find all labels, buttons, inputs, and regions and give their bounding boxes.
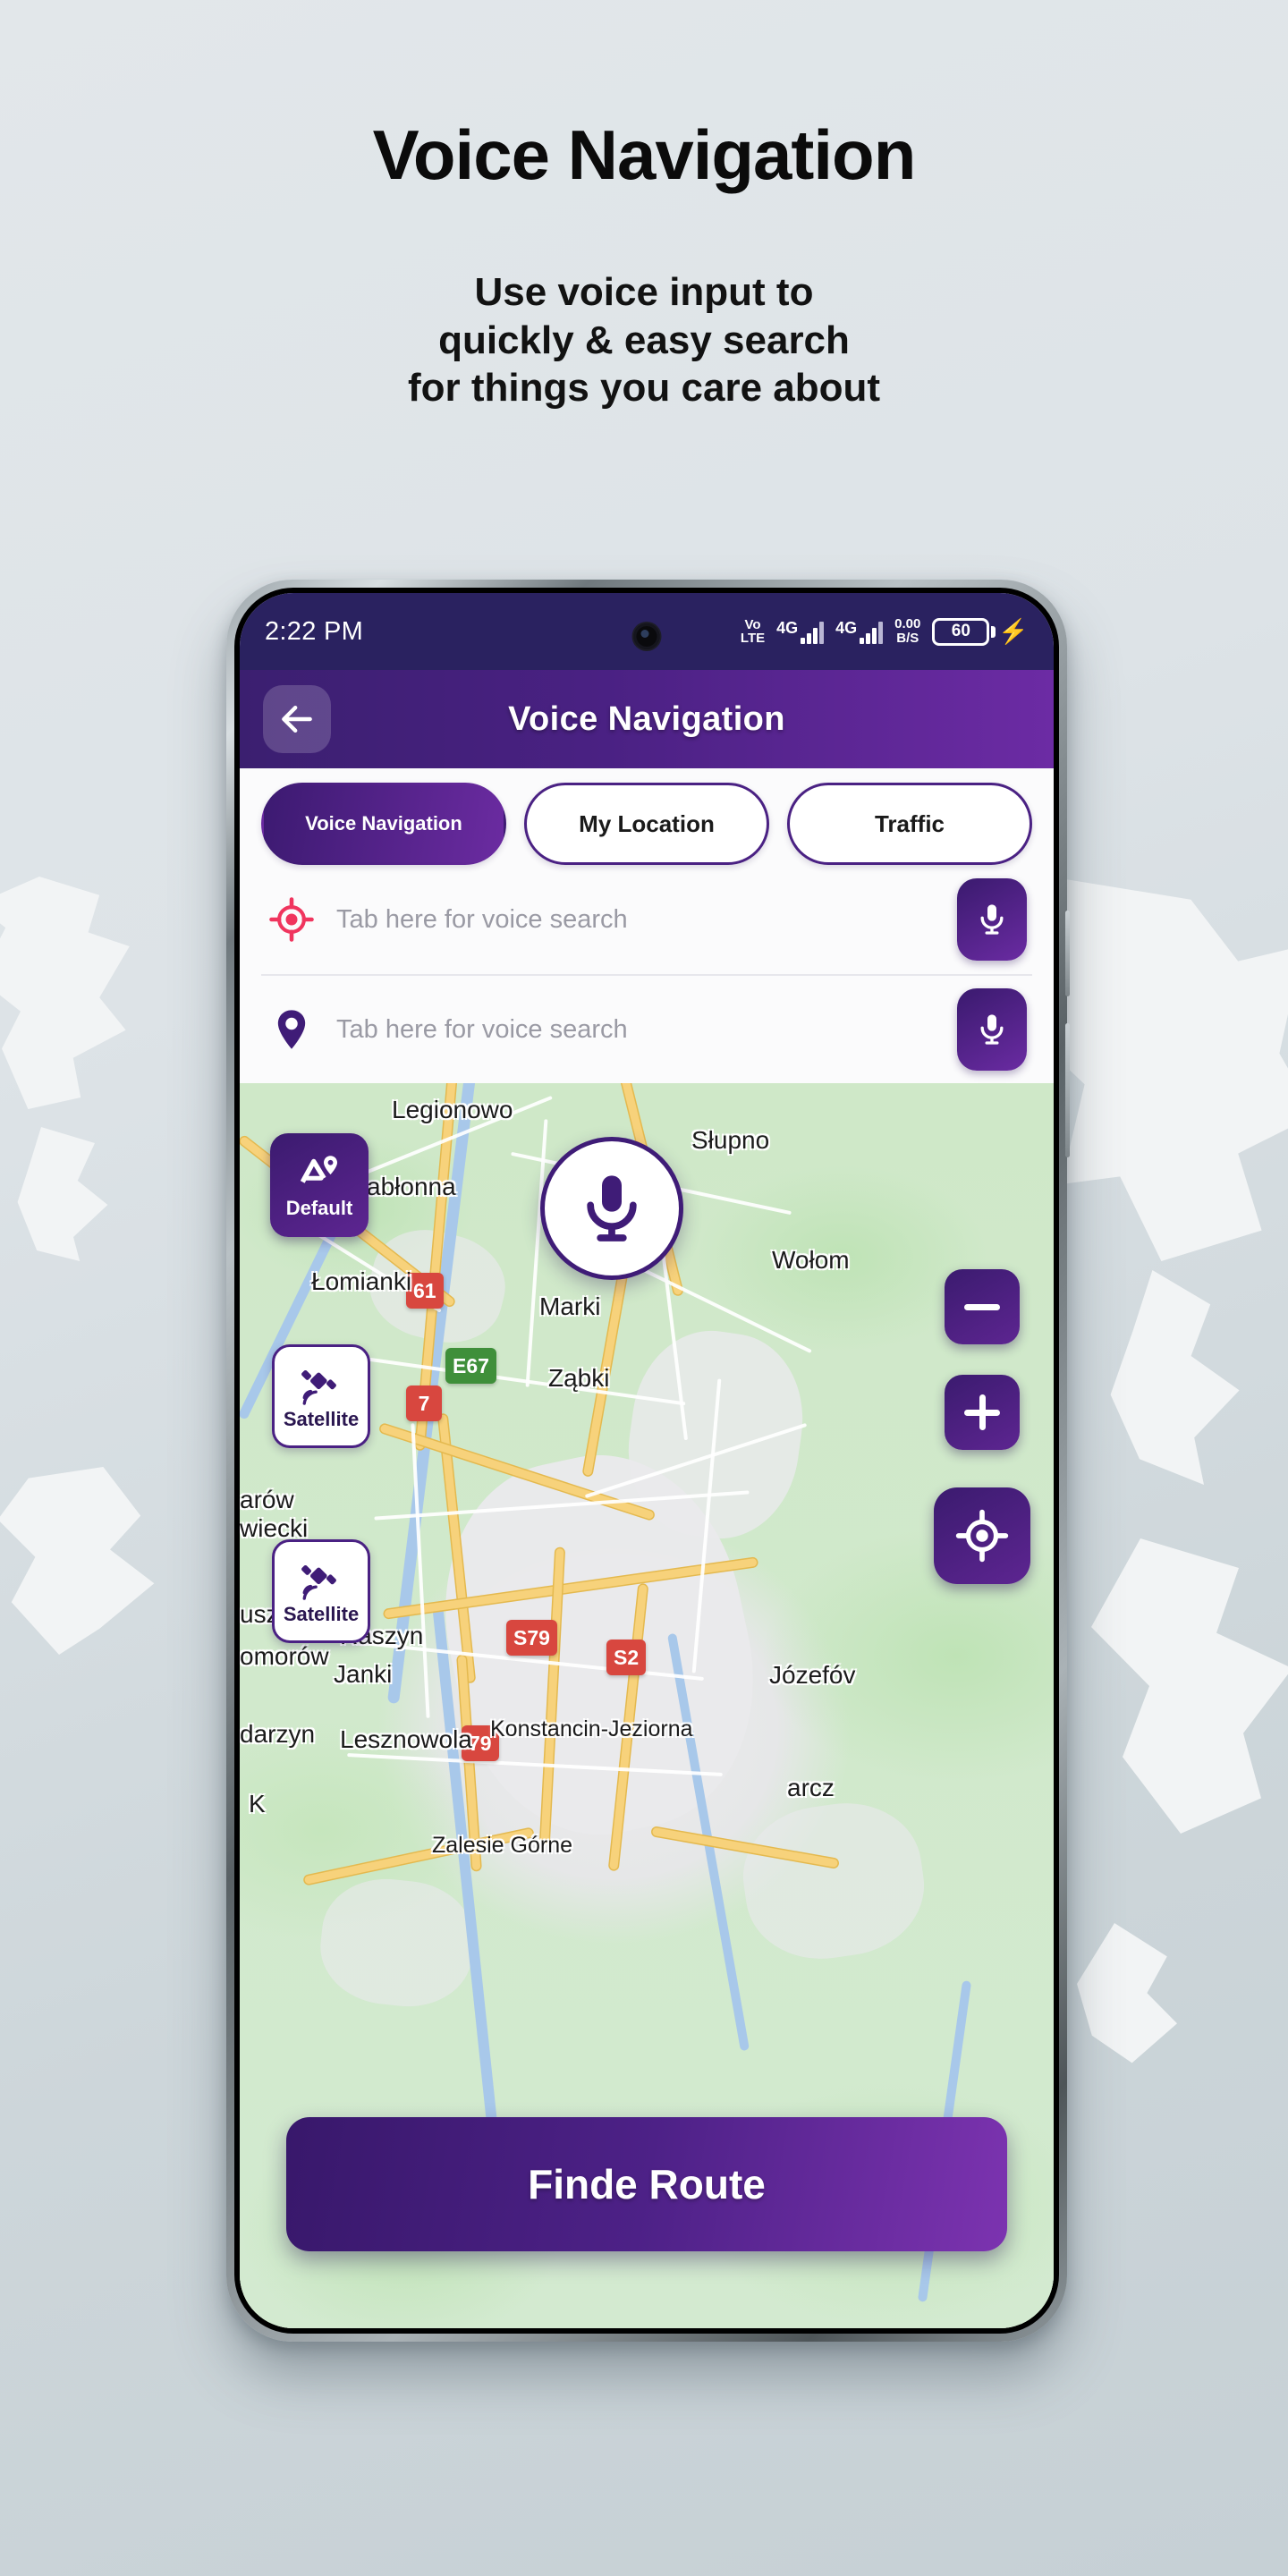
back-button[interactable] [263, 685, 331, 753]
battery-indicator: 60 ⚡ [932, 617, 1029, 646]
promo-subheadline-line: quickly & easy search [438, 318, 850, 362]
map-route-shield: 7 [406, 1385, 442, 1421]
arrow-left-icon [282, 705, 312, 733]
promo-subheadline-line: Use voice input to [474, 270, 814, 314]
status-bar: 2:22 PM Vo LTE 4G 4G 0.00 B/S 60 ⚡ [240, 593, 1054, 670]
battery-level: 60 [932, 617, 990, 646]
status-clock: 2:22 PM [265, 616, 364, 646]
satellite-icon [301, 1564, 336, 1600]
sim1-signal-icon: 4G [776, 618, 825, 644]
phone-mockup: 2:22 PM Vo LTE 4G 4G 0.00 B/S 60 ⚡ Voice… [226, 580, 1070, 2342]
tab-traffic[interactable]: Traffic [787, 783, 1032, 865]
search-panel: Voice Navigation My Location Traffic Tab… [240, 768, 1054, 1083]
status-icons: Vo LTE 4G 4G 0.00 B/S 60 ⚡ [741, 617, 1029, 646]
tab-voice-navigation[interactable]: Voice Navigation [261, 783, 506, 865]
map-place-label: Słupno [691, 1126, 770, 1154]
map-place-label: Marki [539, 1292, 601, 1320]
minus-icon [964, 1303, 1000, 1310]
map-place-label: K [249, 1790, 266, 1818]
promo-headline: Voice Navigation [372, 115, 917, 194]
map-layer-default-label: Default [285, 1197, 353, 1219]
data-rate-unit: B/S [896, 631, 919, 646]
map-place-label: Lesznowola [340, 1725, 472, 1753]
sim2-signal-icon: 4G [835, 618, 884, 644]
sim1-signal-bars [801, 621, 825, 644]
app-bar: Voice Navigation [240, 670, 1054, 768]
background-continent-shape [0, 877, 130, 1109]
map-locate-button[interactable] [934, 1487, 1030, 1584]
microphone-icon [587, 1175, 637, 1241]
map-place-label: arcz [787, 1774, 835, 1801]
phone-bezel: 2:22 PM Vo LTE 4G 4G 0.00 B/S 60 ⚡ Voice… [234, 588, 1059, 2334]
background-continent-shape [0, 1467, 155, 1655]
map-place-label: omorów [240, 1642, 329, 1670]
background-continent-shape [1091, 1538, 1288, 1834]
origin-search-row[interactable]: Tab here for voice search [261, 865, 1032, 974]
phone-power-button [1065, 1023, 1070, 1157]
map-pin-icon [267, 1006, 317, 1053]
map-view[interactable]: 61 E67 7 S79 S2 79 Legionowo Słupno Jabłonna Woł… [240, 1083, 1054, 2328]
map-layer-satellite-label-1: Satellite [283, 1408, 360, 1430]
origin-mic-button[interactable] [957, 878, 1027, 961]
map-route-shield: S2 [606, 1640, 647, 1675]
map-place-label: darzyn [240, 1720, 316, 1748]
map-zoom-in-button[interactable] [945, 1375, 1020, 1450]
map-route-shield: S79 [506, 1620, 557, 1656]
map-place-label: Zalesie Górne [432, 1833, 573, 1858]
page-title: Voice Navigation [508, 699, 785, 738]
sim2-network-label: 4G [835, 618, 858, 637]
find-route-button[interactable]: Finde Route [286, 2117, 1007, 2251]
destination-search-input[interactable]: Tab here for voice search [336, 1015, 937, 1045]
map-place-label: Jabłonna [354, 1173, 456, 1200]
battery-tip [991, 625, 996, 638]
tab-bar: Voice Navigation My Location Traffic [261, 783, 1032, 865]
data-rate-indicator: 0.00 B/S [894, 617, 920, 646]
map-route-shield: 61 [406, 1273, 444, 1309]
data-rate-value: 0.00 [894, 616, 921, 632]
charging-bolt-icon: ⚡ [998, 617, 1029, 645]
background-continent-shape [1110, 1270, 1240, 1485]
background-continent-shape [17, 1127, 108, 1261]
map-layer-satellite-button-1[interactable]: Satellite [272, 1344, 370, 1448]
volte-bottom-text: LTE [740, 631, 766, 646]
promo-subheadline: Use voice input to quickly & easy search… [0, 268, 1288, 412]
map-place-label: arów [240, 1486, 294, 1513]
destination-search-row[interactable]: Tab here for voice search [261, 974, 1032, 1083]
map-place-label: Józefóv [769, 1661, 856, 1689]
phone-volume-button [1065, 911, 1070, 996]
volte-top-text: Vo [744, 616, 761, 632]
map-zoom-out-button[interactable] [945, 1269, 1020, 1344]
front-camera-punch-hole [633, 623, 660, 649]
background-continent-shape [1077, 1923, 1177, 2063]
phone-screen: 2:22 PM Vo LTE 4G 4G 0.00 B/S 60 ⚡ Voice… [240, 593, 1054, 2328]
microphone-icon [980, 1014, 1004, 1045]
microphone-icon [980, 904, 1004, 935]
map-layer-default-button[interactable]: Default [270, 1133, 369, 1237]
satellite-icon [301, 1369, 336, 1405]
sim2-signal-bars [860, 621, 884, 644]
map-layer-satellite-label-2: Satellite [283, 1603, 360, 1625]
map-place-label: Legionowo [392, 1096, 513, 1123]
tab-my-location[interactable]: My Location [524, 783, 769, 865]
destination-mic-button[interactable] [957, 988, 1027, 1071]
map-layer-satellite-button-2[interactable]: Satellite [272, 1539, 370, 1643]
origin-search-input[interactable]: Tab here for voice search [336, 905, 937, 935]
map-place-label: Ząbki [548, 1364, 610, 1392]
my-location-icon [955, 1509, 1009, 1563]
map-place-label: Łomianki [311, 1267, 412, 1295]
crosshair-target-icon [267, 896, 317, 943]
voice-search-fab[interactable] [540, 1137, 683, 1280]
volte-indicator: Vo LTE [740, 616, 766, 646]
map-place-label: Konstancin-Jeziorna [490, 1716, 693, 1741]
promo-subheadline-line: for things you care about [407, 366, 881, 411]
map-place-label: Wołom [772, 1246, 850, 1274]
map-place-label: Janki [334, 1660, 393, 1688]
map-route-shield: E67 [445, 1348, 496, 1384]
sim1-network-label: 4G [776, 618, 799, 637]
map-layers-icon [300, 1156, 337, 1183]
